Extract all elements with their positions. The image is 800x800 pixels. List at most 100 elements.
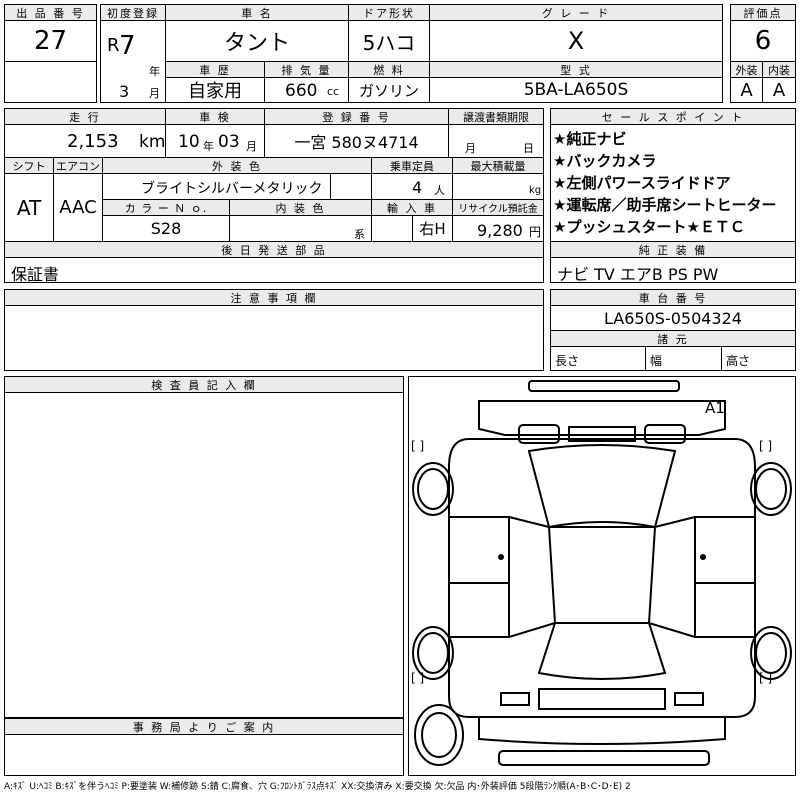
mirror-right: [700, 554, 706, 560]
int-color-header: 内 装 色: [229, 199, 372, 216]
load-box: kg: [452, 173, 544, 200]
first-reg-header: 初度登録: [100, 4, 166, 21]
score-header: 評価点: [730, 4, 796, 21]
wheel-rear-right-inner: [755, 632, 787, 674]
displacement-unit: cc: [327, 85, 340, 98]
body-outline: [448, 438, 756, 718]
int-color-box: 系: [229, 215, 372, 242]
grade-value: X: [429, 20, 723, 62]
notes-box: [4, 305, 544, 371]
inspection-box: 10 年 03 月: [165, 124, 265, 158]
import-blank: [371, 215, 413, 242]
model-value: 5BA-LA650S: [429, 77, 723, 103]
exterior-header: 外装: [730, 61, 763, 78]
selling-point: ★純正ナビ: [553, 130, 627, 148]
inspection-header: 車 検: [165, 108, 265, 125]
spare-tire-inner: [421, 712, 457, 758]
fuel-header: 燃 料: [348, 61, 430, 78]
mirror-left: [498, 554, 504, 560]
auction-sheet: 出 品 番 号 27 初度登録 R 7 年 3 月 車 名 タント ドア形状 5…: [0, 0, 800, 800]
color-no-value: S28: [102, 215, 230, 242]
import-value: 右H: [412, 215, 453, 242]
ac-header: エアコン: [53, 157, 103, 174]
shift-value: AT: [4, 173, 54, 242]
recycle-value: 9,280: [477, 221, 523, 240]
notes-header: 注 意 事 項 欄: [4, 289, 544, 306]
exterior-value: A: [730, 77, 763, 103]
inspector-box: [4, 392, 404, 718]
color-value: ブライトシルバーメタリック: [141, 181, 323, 197]
selling-point: ★運転席／助手席シートヒーター: [553, 196, 777, 214]
car-diagram: A1 [ ] [ ] [ ] [ ]: [408, 376, 796, 776]
ac-value: AAC: [53, 173, 103, 242]
interior-header: 内装: [762, 61, 796, 78]
pillar-fr: [654, 516, 696, 528]
later-parts-header: 後 日 発 送 部 品: [4, 241, 544, 258]
genuine-box: ナビ TV エアB PS PW: [550, 257, 796, 284]
wheel-front-left-inner: [417, 468, 449, 510]
plate-header: 登 録 番 号: [264, 108, 449, 125]
lot-no-header: 出 品 番 号: [4, 4, 97, 21]
selling-point: ★バックカメラ: [553, 152, 657, 170]
door-front-left: [449, 516, 510, 584]
dim-height-label: 高さ: [726, 354, 751, 368]
later-parts-value: 保証書: [11, 265, 60, 284]
capacity-value: 4: [412, 178, 423, 197]
office-header: 事 務 局 よ り ご 案 内: [4, 718, 404, 735]
mileage-value: 2,153: [67, 131, 119, 152]
chassis-header: 車 台 番 号: [550, 289, 796, 306]
insp-year: 10: [178, 132, 200, 152]
front-bumper: [528, 380, 680, 392]
door-value: 5ハコ: [348, 20, 430, 62]
selling-points-box: ★純正ナビ ★バックカメラ ★左側パワースライドドア ★運転席／助手席シートヒー…: [550, 124, 796, 242]
year-unit: 年: [149, 65, 160, 78]
insp-year-unit: 年: [203, 140, 214, 153]
mileage-box: 2,153 km: [4, 124, 166, 158]
dims-header: 諸 元: [550, 330, 796, 347]
mileage-header: 走 行: [4, 108, 166, 125]
legend-text: A:ｷｽﾞ U:ﾍｺﾐ B:ｷｽﾞを伴うﾍｺﾐ P:要塗装 W:補修跡 S:錆 …: [4, 782, 631, 792]
month-unit: 月: [149, 87, 160, 100]
load-unit: kg: [529, 185, 542, 196]
roof: [547, 526, 657, 624]
capacity-box: 4 人: [371, 173, 453, 200]
lot-no-blank: [4, 61, 97, 103]
shift-header: シフト: [4, 157, 54, 174]
selling-header: セ ー ル ス ポ イ ン ト: [550, 108, 796, 125]
rear-light-left: [500, 692, 530, 706]
rear-window: [537, 622, 667, 680]
color-blank: [330, 173, 372, 200]
underbody: [498, 750, 710, 766]
rear-light-right: [674, 692, 704, 706]
dim-length-box: 長さ: [550, 346, 646, 371]
office-box: [4, 734, 404, 776]
month-value: 3: [119, 82, 130, 101]
int-color-unit: 系: [354, 228, 365, 241]
dim-width-box: 幅: [645, 346, 722, 371]
door-rear-right: [694, 582, 755, 638]
era-value: R: [107, 35, 120, 56]
capacity-unit: 人: [434, 184, 445, 197]
first-reg-box: R 7 年 3 月: [100, 20, 166, 103]
transfer-box: 月 日: [448, 124, 544, 158]
recycle-box: 9,280 円: [452, 215, 544, 242]
door-front-right: [694, 516, 755, 584]
car-name-header: 車 名: [165, 4, 349, 21]
selling-point: ★左側パワースライドドア: [553, 174, 731, 192]
capacity-header: 乗車定員: [371, 157, 453, 174]
tailgate: [538, 688, 666, 710]
color-no-header: カ ラ ー Ｎ ｏ.: [102, 199, 230, 216]
displacement-value: 660: [285, 81, 318, 101]
door-header: ドア形状: [348, 4, 430, 21]
score-value: 6: [730, 20, 796, 62]
wheel-rear-left-inner: [417, 632, 449, 674]
fuel-value: ガソリン: [348, 77, 430, 103]
car-name-value: タント: [165, 20, 349, 62]
history-header: 車 歴: [165, 61, 265, 78]
transfer-header: 譲渡書類期限: [448, 108, 544, 125]
load-header: 最大積載量: [452, 157, 544, 174]
pillar-rr: [648, 622, 696, 638]
interior-value: A: [762, 77, 796, 103]
grade-header: グ レ ー ド: [429, 4, 723, 21]
mileage-unit: km: [139, 132, 166, 152]
